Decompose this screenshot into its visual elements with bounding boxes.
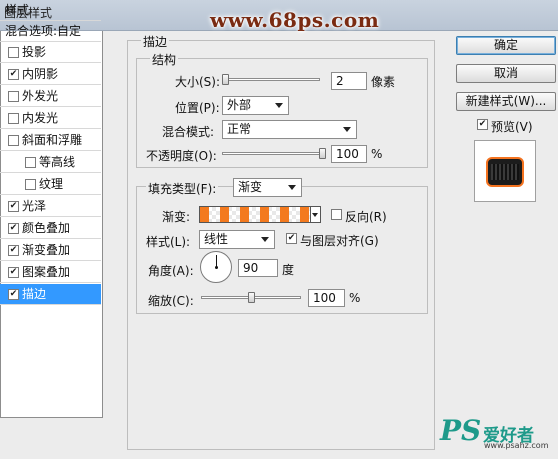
opacity-input[interactable]: 100 <box>331 145 367 163</box>
position-select[interactable]: 外部 <box>222 96 289 115</box>
blend-options-item[interactable]: 混合选项:自定 <box>0 21 101 42</box>
style-item[interactable]: ✔ 图案叠加 <box>0 262 101 283</box>
position-label: 位置(P): <box>175 101 220 115</box>
blend-mode-select[interactable]: 正常 <box>222 120 357 139</box>
style-item-label: 斜面和浮雕 <box>22 133 83 147</box>
styles-header-label: 样式 <box>5 3 30 17</box>
style-item[interactable]: 纹理 <box>0 174 101 195</box>
size-slider-thumb[interactable] <box>222 74 229 85</box>
style-item[interactable]: ✔ 内阴影 <box>0 64 101 85</box>
brand-url: www.psahz.com <box>484 441 549 450</box>
style-item-checkbox[interactable] <box>8 47 19 58</box>
style-item[interactable]: ✔ 描边 <box>0 284 101 305</box>
style-item-label: 投影 <box>22 45 47 59</box>
watermark-text: www.68ps.com <box>210 8 380 32</box>
ok-button[interactable]: 确定 <box>456 36 556 55</box>
angle-dial[interactable] <box>200 251 232 283</box>
style-item-label: 渐变叠加 <box>22 243 71 257</box>
reverse-checkbox[interactable] <box>331 209 342 220</box>
new-style-button[interactable]: 新建样式(W)... <box>456 92 556 111</box>
scale-label: 缩放(C): <box>148 294 194 308</box>
style-item-label: 描边 <box>22 287 47 301</box>
fill-type-label: 填充类型(F): <box>146 180 219 197</box>
stroke-section-title: 描边 <box>141 33 170 50</box>
chevron-down-icon <box>288 185 296 190</box>
style-item[interactable]: 内发光 <box>0 108 101 129</box>
checkmark-icon[interactable]: ✔ <box>8 289 19 300</box>
style-item-label: 内发光 <box>22 111 59 125</box>
checkmark-icon[interactable]: ✔ <box>8 267 19 278</box>
style-item-label: 等高线 <box>39 155 76 169</box>
gradient-label: 渐变: <box>162 210 191 224</box>
checkmark-icon[interactable]: ✔ <box>8 223 19 234</box>
opacity-unit: % <box>371 147 383 161</box>
opacity-label: 不透明度(O): <box>146 149 217 163</box>
style-item-checkbox[interactable] <box>25 179 36 190</box>
chevron-down-icon <box>261 237 269 242</box>
size-label: 大小(S): <box>175 75 221 89</box>
fill-type-select[interactable]: 渐变 <box>233 178 302 197</box>
angle-label: 角度(A): <box>148 264 194 278</box>
blend-options-label: 混合选项:自定 <box>5 24 82 38</box>
style-item-label: 图案叠加 <box>22 265 71 279</box>
styles-header[interactable]: 样式 <box>0 0 101 21</box>
style-item[interactable]: ✔ 渐变叠加 <box>0 240 101 261</box>
chevron-down-icon <box>343 127 351 132</box>
align-with-layer-checkbox[interactable]: ✔ <box>286 233 297 244</box>
structure-group-title: 结构 <box>150 51 179 68</box>
style-item-checkbox[interactable] <box>8 135 19 146</box>
scale-input[interactable]: 100 <box>308 289 345 307</box>
chevron-down-icon <box>312 213 318 217</box>
styles-list: 样式 混合选项:自定 投影 ✔ 内阴影 外发光 内发光 斜面和浮雕 等高线 纹理 ✔ 光泽 ✔ 颜色叠… <box>0 0 103 418</box>
style-item-checkbox[interactable] <box>8 91 19 102</box>
size-unit: 像素 <box>371 75 396 89</box>
angle-input[interactable]: 90 <box>238 259 278 277</box>
style-item[interactable]: 等高线 <box>0 152 101 173</box>
style-item[interactable]: 斜面和浮雕 <box>0 130 101 151</box>
checkmark-icon[interactable]: ✔ <box>8 69 19 80</box>
blend-mode-label: 混合模式: <box>162 125 215 139</box>
style-item-label: 外发光 <box>22 89 59 103</box>
style-item-checkbox[interactable] <box>25 157 36 168</box>
style-item-label: 光泽 <box>22 199 47 213</box>
style-item[interactable]: ✔ 颜色叠加 <box>0 218 101 239</box>
preview-artwork <box>486 157 524 187</box>
style-item-checkbox[interactable] <box>8 113 19 124</box>
style-preview-thumbnail <box>474 140 536 202</box>
checkmark-icon[interactable]: ✔ <box>8 245 19 256</box>
style-item-label: 纹理 <box>39 177 64 191</box>
preview-label: 预览(V) <box>491 120 533 134</box>
style-item[interactable]: 投影 <box>0 42 101 63</box>
align-with-layer-label: 与图层对齐(G) <box>300 234 379 248</box>
style-item-label: 内阴影 <box>22 67 59 81</box>
style-select[interactable]: 线性 <box>199 230 275 249</box>
cancel-button[interactable]: 取消 <box>456 64 556 83</box>
opacity-slider-track[interactable] <box>222 152 326 155</box>
style-item-label: 颜色叠加 <box>22 221 71 235</box>
size-slider-track[interactable] <box>222 78 320 81</box>
scale-slider-thumb[interactable] <box>247 292 255 303</box>
chevron-down-icon <box>275 103 283 108</box>
style-item[interactable]: 外发光 <box>0 86 101 107</box>
scale-unit: % <box>349 291 361 305</box>
style-item[interactable]: ✔ 光泽 <box>0 196 101 217</box>
angle-unit: 度 <box>282 263 295 277</box>
opacity-slider-thumb[interactable] <box>319 148 326 159</box>
style-label: 样式(L): <box>146 235 191 249</box>
reverse-label: 反向(R) <box>345 210 387 224</box>
style-value: 线性 <box>204 232 229 246</box>
gradient-picker[interactable] <box>199 206 311 223</box>
blend-mode-value: 正常 <box>227 122 252 136</box>
brand-logo: PS <box>440 414 482 447</box>
gradient-dropdown-button[interactable] <box>311 206 321 223</box>
position-value: 外部 <box>227 98 252 112</box>
checkmark-icon[interactable]: ✔ <box>8 201 19 212</box>
size-input[interactable]: 2 <box>331 72 367 90</box>
preview-checkbox[interactable]: ✔ <box>477 119 488 130</box>
fill-type-value: 渐变 <box>238 180 263 194</box>
